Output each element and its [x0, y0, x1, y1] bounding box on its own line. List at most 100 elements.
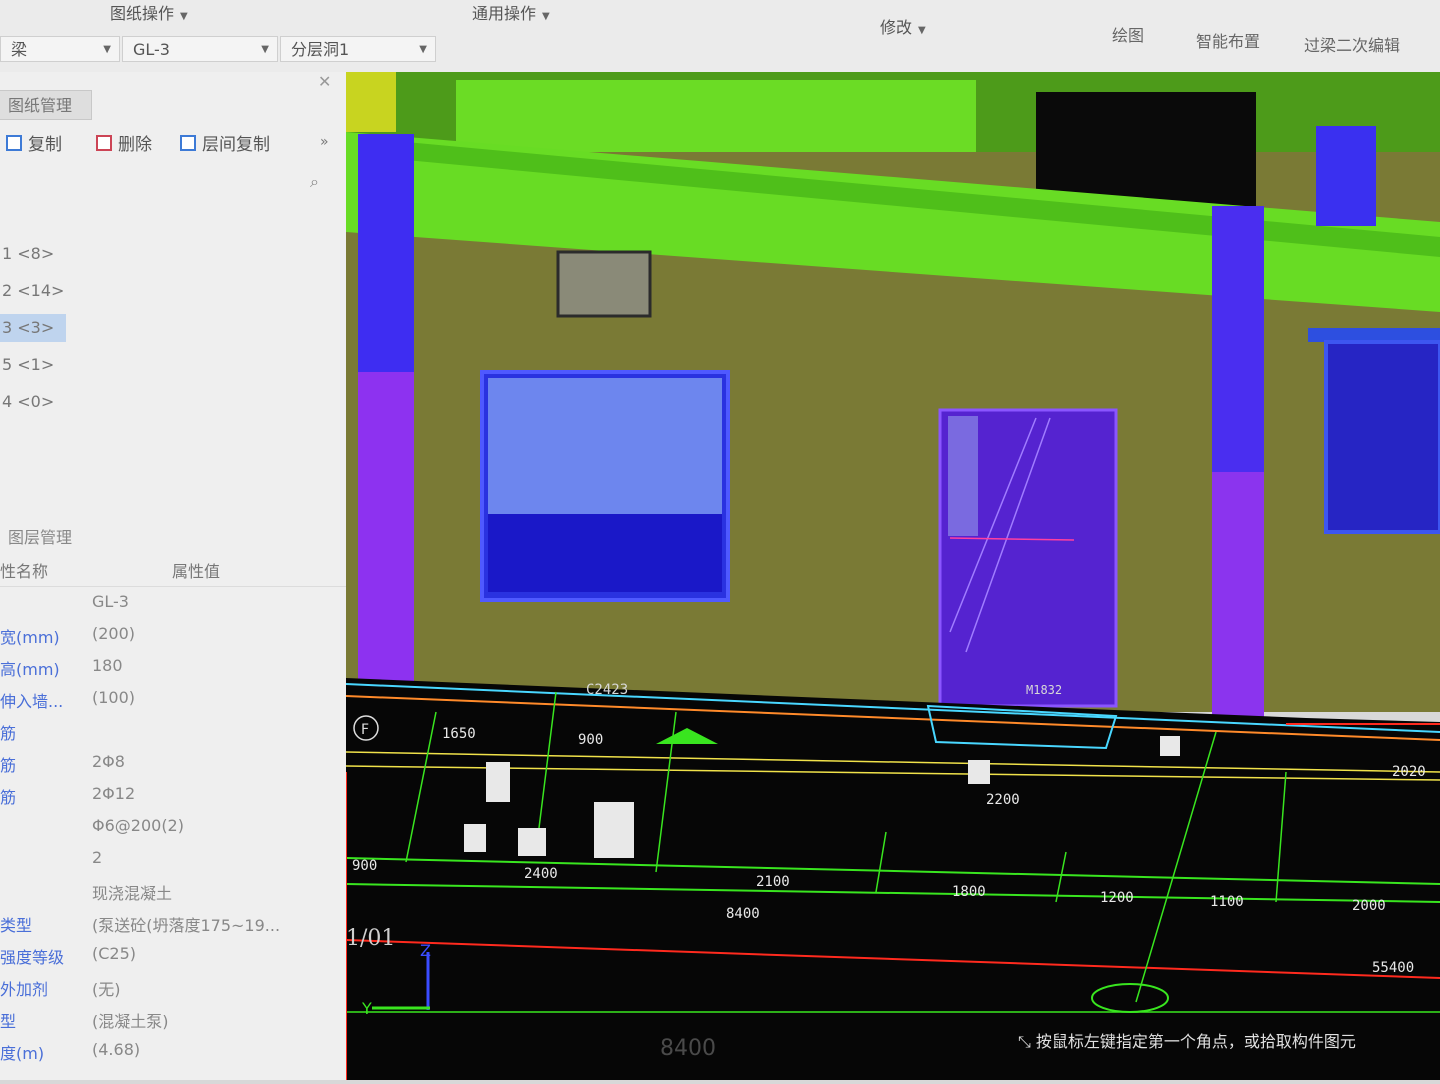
property-value[interactable]: 2: [92, 848, 102, 867]
floor-copy-icon: [180, 134, 196, 151]
chevron-down-icon: ▼: [419, 44, 427, 55]
property-row[interactable]: 型 (混凝土泵): [0, 1008, 346, 1040]
window-right-head: [1308, 328, 1440, 342]
property-value[interactable]: GL-3: [92, 592, 129, 611]
property-name: 筋: [0, 788, 17, 807]
viewport-canvas[interactable]: C2423 M1832 F 1650 900 2200 900 2400 210…: [345, 72, 1440, 1080]
property-name: 筋: [0, 756, 17, 775]
window-sill: [488, 514, 722, 592]
property-value[interactable]: 现浇混凝土: [92, 880, 172, 904]
axis-z-label: Z: [420, 941, 431, 960]
axis-y-label: Y: [361, 999, 372, 1018]
lintel-edit-button[interactable]: 过梁二次编辑: [1304, 32, 1400, 56]
property-value[interactable]: (混凝土泵): [92, 1008, 169, 1032]
dim-total-label: 8400: [726, 906, 760, 922]
floor-copy-label: 层间复制: [202, 135, 270, 155]
model-viewport[interactable]: C2423 M1832 F 1650 900 2200 900 2400 210…: [345, 72, 1440, 1080]
door-label: M1832: [1026, 683, 1062, 697]
axis-bottom-label: 1/01: [346, 926, 396, 951]
property-row[interactable]: 现浇混凝土: [0, 880, 346, 912]
dim-label: 2100: [756, 874, 790, 890]
property-row[interactable]: GL-3: [0, 592, 346, 624]
dim-label: 2400: [524, 866, 558, 882]
column-far: [1316, 126, 1376, 226]
property-name-header: 性名称: [0, 562, 49, 581]
ribbon-group-modify[interactable]: 修改 ▼: [880, 14, 926, 38]
property-row[interactable]: 外加剂 (无): [0, 976, 346, 1008]
smart-layout-button[interactable]: 智能布置: [1196, 28, 1260, 52]
dim-overall-label: 55400: [1372, 960, 1414, 976]
property-row[interactable]: 高(mm) 180: [0, 656, 346, 688]
property-value[interactable]: (无): [92, 976, 121, 1000]
property-row[interactable]: 强度等级 (C25): [0, 944, 346, 976]
ribbon-toolbar: 图纸操作 ▼ 通用操作 ▼ 修改 ▼ 绘图 智能布置 过梁二次编辑 梁 ▼ GL-3 ▼ …: [0, 0, 1440, 73]
dim-label: 900: [352, 858, 377, 874]
cad-block: [486, 762, 510, 802]
property-value[interactable]: (100): [92, 688, 135, 707]
property-value[interactable]: 2Φ8: [92, 752, 125, 771]
dim-label: 1800: [952, 884, 986, 900]
tree-item[interactable]: 1 <8>: [0, 240, 54, 268]
property-row[interactable]: 伸入墙... (100): [0, 688, 346, 720]
element-type-select[interactable]: 梁 ▼: [0, 36, 120, 62]
property-row[interactable]: Φ6@200(2): [0, 816, 346, 848]
window-right: [1324, 340, 1440, 534]
cad-block: [1160, 736, 1180, 756]
dim-label: 2200: [986, 792, 1020, 808]
layer-select[interactable]: 分层洞1 ▼: [280, 36, 436, 62]
ribbon-group-drawing-ops[interactable]: 图纸操作 ▼: [110, 0, 188, 24]
dim-label: 1200: [1100, 890, 1134, 906]
property-value[interactable]: (泵送砼(坍落度175~19...: [92, 912, 280, 936]
element-name-select[interactable]: GL-3 ▼: [122, 36, 278, 62]
bottom-dim-label: 8400: [660, 1036, 716, 1061]
tab-layer-management[interactable]: 图层管理: [8, 524, 72, 548]
property-row[interactable]: 2: [0, 848, 346, 880]
column-right-lower: [1212, 472, 1264, 722]
ribbon-group-common-ops[interactable]: 通用操作 ▼: [472, 0, 550, 24]
property-name: 外加剂: [0, 980, 49, 999]
property-row[interactable]: 宽(mm) (200): [0, 624, 346, 656]
property-name: 型: [0, 1012, 17, 1031]
property-name: 类型: [0, 916, 33, 935]
trash-icon: [96, 134, 112, 151]
search-icon[interactable]: ⌕: [310, 172, 319, 192]
dim-label: 900: [578, 732, 603, 748]
tree-item[interactable]: 4 <0>: [0, 388, 54, 416]
property-name: 伸入墙...: [0, 692, 64, 711]
property-row[interactable]: 筋 2Φ8: [0, 752, 346, 784]
more-icon[interactable]: »: [320, 134, 329, 150]
copy-button[interactable]: 复制: [6, 130, 62, 155]
floor-copy-button[interactable]: 层间复制: [180, 130, 270, 155]
tree-item[interactable]: 2 <14>: [0, 277, 64, 305]
property-value[interactable]: 180: [92, 656, 123, 675]
dim-label: 1650: [442, 726, 476, 742]
property-row[interactable]: 筋 2Φ12: [0, 784, 346, 816]
dim-label: 2000: [1352, 898, 1386, 914]
beam-corner: [346, 72, 396, 132]
combo-value: 梁: [11, 40, 28, 59]
vent-opening: [556, 250, 652, 318]
draw-button[interactable]: 绘图: [1112, 22, 1144, 46]
dim-label: 2020: [1392, 764, 1426, 780]
property-row[interactable]: 筋: [0, 720, 346, 752]
cad-plan: [346, 678, 1440, 1080]
combo-value: 分层洞1: [291, 40, 350, 59]
delete-button[interactable]: 删除: [96, 130, 152, 155]
property-value[interactable]: (4.68): [92, 1040, 140, 1059]
ribbon-group-label: 图纸操作: [110, 4, 175, 23]
column-left-lower: [358, 372, 414, 692]
property-name: 高(mm): [0, 660, 60, 679]
chevron-down-icon: ▼: [918, 25, 926, 36]
property-value[interactable]: (200): [92, 624, 135, 643]
tree-item[interactable]: 5 <1>: [0, 351, 54, 379]
cad-block: [464, 824, 486, 852]
property-value[interactable]: 2Φ12: [92, 784, 135, 803]
tab-drawing-management[interactable]: 图纸管理: [0, 90, 92, 120]
property-row[interactable]: 度(m) (4.68): [0, 1040, 346, 1072]
property-value[interactable]: (C25): [92, 944, 136, 963]
close-icon[interactable]: ✕: [318, 72, 331, 91]
tree-item-selected[interactable]: 3 <3>: [0, 314, 66, 342]
property-value[interactable]: Φ6@200(2): [92, 816, 184, 835]
property-row[interactable]: 类型 (泵送砼(坍落度175~19...: [0, 912, 346, 944]
door-panel: [948, 416, 978, 536]
